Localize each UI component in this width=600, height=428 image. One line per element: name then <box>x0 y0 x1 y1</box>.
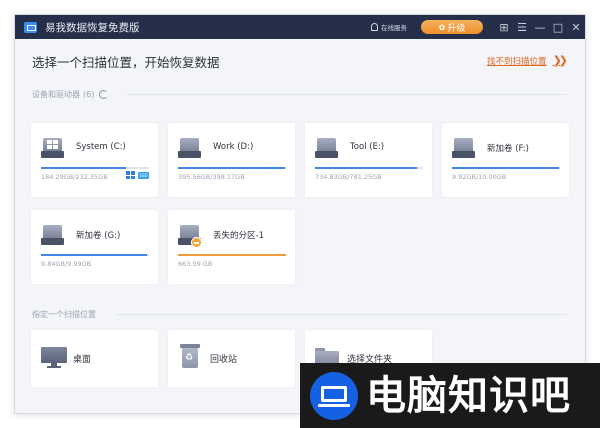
drive-size: 395.56GB/398.17GB <box>178 173 245 181</box>
windows-icon <box>126 171 135 179</box>
drive-card-e[interactable]: Tool (E:) 734.83GB/781.25GB <box>305 123 432 197</box>
drive-icon <box>315 138 338 158</box>
page-title: 选择一个扫描位置，开始恢复数据 <box>32 55 220 70</box>
drive-usage-bar <box>178 167 286 169</box>
location-section-header: 指定一个扫描位置 <box>32 309 96 320</box>
drive-usage-bar <box>315 167 423 169</box>
drive-name: Tool (E:) <box>350 142 385 152</box>
drive-card-d[interactable]: Work (D:) 395.56GB/398.17GB <box>168 123 295 197</box>
app-window: 易我数据恢复免费版 在线服务 ✿ 升级 ⊞ ☰ — □ ✕ 选择一个扫描位置，开… <box>14 14 586 414</box>
cant-find-location-link[interactable]: 找不到扫描位置 ❯❯ <box>487 54 569 67</box>
app-title: 易我数据恢复免费版 <box>45 21 140 34</box>
upgrade-icon: ✿ <box>438 22 446 32</box>
laptop-logo-icon <box>310 371 358 420</box>
location-section-label: 指定一个扫描位置 <box>32 310 96 319</box>
drive-name: 丢失的分区-1 <box>213 231 264 241</box>
online-service-button[interactable]: 在线服务 <box>371 22 407 32</box>
drive-name: System (C:) <box>76 142 126 152</box>
main-content: 选择一个扫描位置，开始恢复数据 找不到扫描位置 ❯❯ 设备和驱动器 (6) Sy… <box>15 39 585 413</box>
feedback-icon[interactable]: ⊞ <box>495 15 513 39</box>
drive-name: 新加卷 (G:) <box>76 231 121 241</box>
drive-size: 734.83GB/781.25GB <box>315 173 382 181</box>
online-service-label: 在线服务 <box>381 24 407 32</box>
location-name: 回收站 <box>210 355 238 365</box>
double-chevron-right-icon: ❯❯ <box>552 54 569 67</box>
upgrade-label: 升级 <box>447 23 466 34</box>
drive-size: 9.84GB/9.99GB <box>41 260 92 268</box>
refresh-icon[interactable] <box>99 90 109 99</box>
lost-partition-badge-icon <box>191 237 202 248</box>
drive-usage-bar <box>41 254 149 256</box>
close-icon[interactable]: ✕ <box>567 15 585 39</box>
drive-card-c[interactable]: System (C:) 184.29GB/232.35GB SSD <box>31 123 158 197</box>
drive-size: 9.92GB/10.00GB <box>452 173 507 181</box>
drive-usage-bar <box>178 254 286 256</box>
drive-icon <box>41 225 64 245</box>
drive-name: Work (D:) <box>213 142 254 152</box>
drive-usage-bar <box>452 167 560 169</box>
devices-section-label: 设备和驱动器 <box>32 90 80 99</box>
devices-count: (6) <box>83 90 95 99</box>
location-card-recycle-bin[interactable]: 回收站 <box>168 330 295 387</box>
section-divider <box>117 314 567 315</box>
site-watermark: 电脑知识吧 <box>300 363 600 428</box>
drive-icon <box>178 225 202 248</box>
devices-section-header: 设备和驱动器 (6) <box>32 89 109 100</box>
cant-find-location-label: 找不到扫描位置 <box>487 56 547 67</box>
drive-icon <box>452 138 475 158</box>
location-name: 桌面 <box>73 355 92 365</box>
maximize-icon[interactable]: □ <box>549 15 567 39</box>
drive-card-lost-partition[interactable]: 丢失的分区-1 663.59 GB <box>168 210 295 284</box>
drive-usage-bar <box>41 167 149 169</box>
minimize-icon[interactable]: — <box>531 15 549 39</box>
app-logo-icon <box>24 21 37 33</box>
drive-icon <box>178 138 201 158</box>
recycle-bin-icon <box>180 344 200 368</box>
watermark-text: 电脑知识吧 <box>366 372 571 419</box>
location-card-desktop[interactable]: 桌面 <box>31 330 158 387</box>
drive-name: 新加卷 (F:) <box>487 144 529 154</box>
title-bar: 易我数据恢复免费版 在线服务 ✿ 升级 ⊞ ☰ — □ ✕ <box>15 15 585 39</box>
drive-size: 663.59 GB <box>178 260 213 268</box>
drive-size: 184.29GB/232.35GB <box>41 173 108 181</box>
desktop-icon <box>41 347 67 369</box>
drive-card-g[interactable]: 新加卷 (G:) 9.84GB/9.99GB <box>31 210 158 284</box>
upgrade-button[interactable]: ✿ 升级 <box>421 20 483 34</box>
ssd-icon: SSD <box>138 171 149 179</box>
drive-icon <box>41 138 64 158</box>
section-divider <box>127 94 567 95</box>
headset-icon <box>371 23 378 31</box>
drive-card-f[interactable]: 新加卷 (F:) 9.92GB/10.00GB <box>442 123 569 197</box>
menu-icon[interactable]: ☰ <box>513 15 531 39</box>
